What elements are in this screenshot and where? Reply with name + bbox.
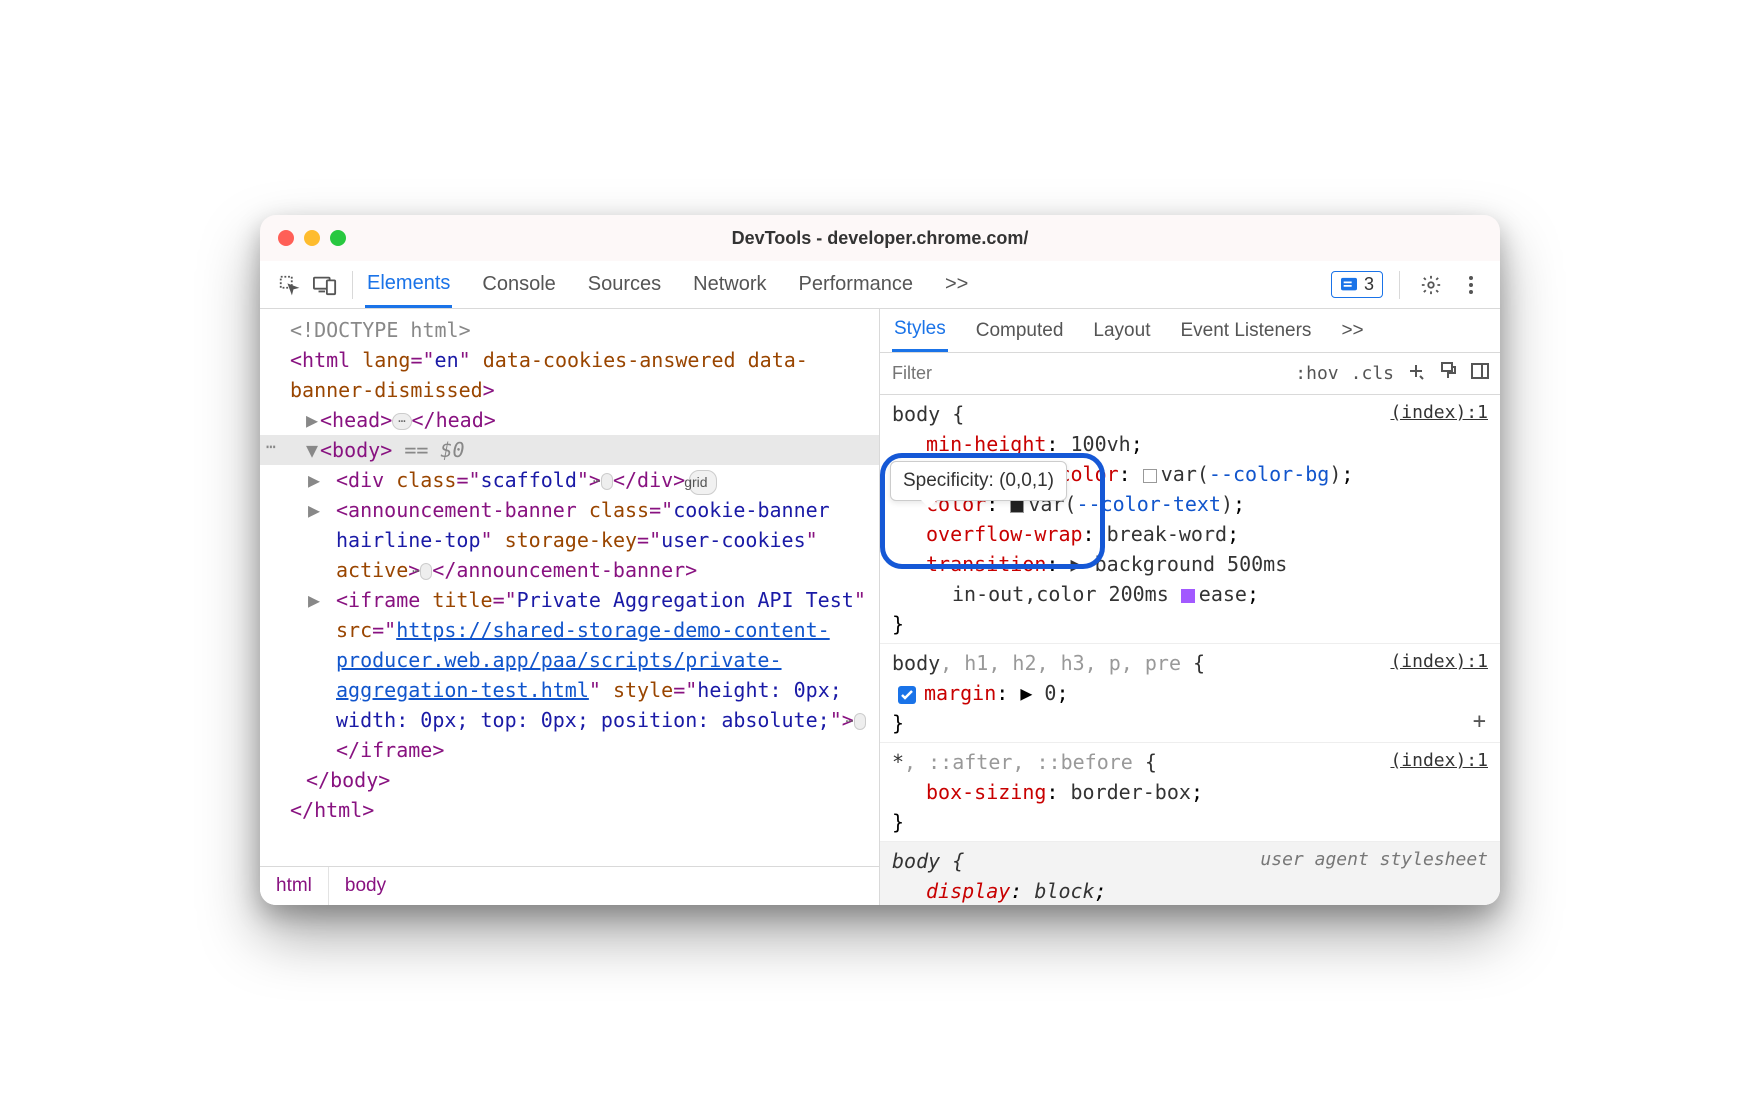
breadcrumb-body[interactable]: body (328, 867, 402, 905)
styles-filter-row: :hov .cls (880, 353, 1500, 395)
css-rule[interactable]: body { (index):1 min-height: 100vh; back… (880, 395, 1500, 644)
body-node-selected[interactable]: ▼<body> == $0 (260, 435, 879, 465)
grid-badge[interactable]: grid (689, 470, 716, 495)
elements-panel: <!DOCTYPE html> <html lang="en" data-coo… (260, 309, 880, 905)
html-open[interactable]: <html lang="en" data-cookies-answered da… (260, 345, 879, 405)
head-node[interactable]: ▶<head>⋯</head> (260, 405, 879, 435)
rule-source-link[interactable]: (index):1 (1390, 648, 1488, 678)
ellipsis-icon[interactable]: ⋯ (601, 473, 613, 489)
device-toolbar-icon[interactable] (310, 270, 340, 300)
body-close[interactable]: </body> (260, 765, 879, 795)
sidebar-tabs: Styles Computed Layout Event Listeners >… (880, 309, 1500, 353)
devtools-window: DevTools - developer.chrome.com/ Element… (260, 215, 1500, 905)
tab-elements[interactable]: Elements (365, 262, 452, 308)
breadcrumbs: html body (260, 866, 879, 905)
iframe-node[interactable]: ▶<iframe title="Private Aggregation API … (260, 585, 879, 765)
css-rule[interactable]: body, h1, h2, h3, p, pre { (index):1 mar… (880, 644, 1500, 743)
ellipsis-icon[interactable]: ⋯ (420, 563, 432, 579)
styles-panel: Styles Computed Layout Event Listeners >… (880, 309, 1500, 905)
sub-tab-styles[interactable]: Styles (892, 309, 948, 352)
sub-tabs-overflow[interactable]: >> (1339, 311, 1365, 351)
hov-toggle[interactable]: :hov (1295, 363, 1338, 384)
inspect-icon[interactable] (274, 270, 304, 300)
property-checkbox[interactable] (898, 686, 916, 704)
div-scaffold-node[interactable]: ▶<div class="scaffold">⋯</div>grid (260, 465, 879, 495)
tab-network[interactable]: Network (691, 263, 768, 306)
announcement-banner-node[interactable]: ▶<announcement-banner class="cookie-bann… (260, 495, 879, 585)
user-agent-rule: body { user agent stylesheet display: bl… (880, 842, 1500, 905)
tabs-overflow[interactable]: >> (943, 263, 970, 306)
breadcrumb-html[interactable]: html (260, 867, 328, 905)
tooltip-text: Specificity: (0,0,1) (903, 470, 1054, 491)
dom-tree[interactable]: <!DOCTYPE html> <html lang="en" data-coo… (260, 309, 879, 866)
ellipsis-icon[interactable]: ⋯ (392, 413, 411, 429)
cls-toggle[interactable]: .cls (1351, 363, 1394, 384)
toolbar-right: 3 (1331, 270, 1486, 300)
paint-icon[interactable] (1438, 361, 1458, 386)
panel-tabs: Elements Console Sources Network Perform… (365, 262, 1325, 308)
sub-tab-event-listeners[interactable]: Event Listeners (1178, 311, 1313, 351)
tab-console[interactable]: Console (480, 263, 557, 306)
filter-input[interactable] (890, 362, 1283, 385)
ua-stylesheet-label: user agent stylesheet (1260, 846, 1488, 876)
rule-source-link[interactable]: (index):1 (1390, 399, 1488, 429)
sub-tab-layout[interactable]: Layout (1091, 311, 1152, 351)
tab-performance[interactable]: Performance (797, 263, 916, 306)
panel-toggle-icon[interactable] (1470, 361, 1490, 386)
titlebar: DevTools - developer.chrome.com/ (260, 215, 1500, 261)
issues-count: 3 (1364, 274, 1374, 295)
divider (352, 271, 353, 299)
color-swatch-icon[interactable] (1143, 469, 1157, 483)
ellipsis-icon[interactable]: ⋯ (854, 713, 866, 729)
tab-sources[interactable]: Sources (586, 263, 663, 306)
issues-badge[interactable]: 3 (1331, 271, 1383, 298)
bezier-swatch-icon[interactable] (1181, 589, 1195, 603)
add-property-icon[interactable]: + (1473, 705, 1486, 738)
rule-source-link[interactable]: (index):1 (1390, 747, 1488, 777)
new-rule-icon[interactable] (1406, 361, 1426, 386)
html-close[interactable]: </html> (260, 795, 879, 825)
doctype-node[interactable]: <!DOCTYPE html> (260, 315, 879, 345)
kebab-menu-icon[interactable] (1456, 270, 1486, 300)
divider (1399, 271, 1400, 299)
css-rule[interactable]: *, ::after, ::before { (index):1 box-siz… (880, 743, 1500, 842)
window-title: DevTools - developer.chrome.com/ (260, 228, 1500, 249)
specificity-tooltip: Specificity: (0,0,1) (890, 461, 1067, 501)
settings-icon[interactable] (1416, 270, 1446, 300)
main-toolbar: Elements Console Sources Network Perform… (260, 261, 1500, 309)
main-content: <!DOCTYPE html> <html lang="en" data-coo… (260, 309, 1500, 905)
sub-tab-computed[interactable]: Computed (974, 311, 1066, 351)
